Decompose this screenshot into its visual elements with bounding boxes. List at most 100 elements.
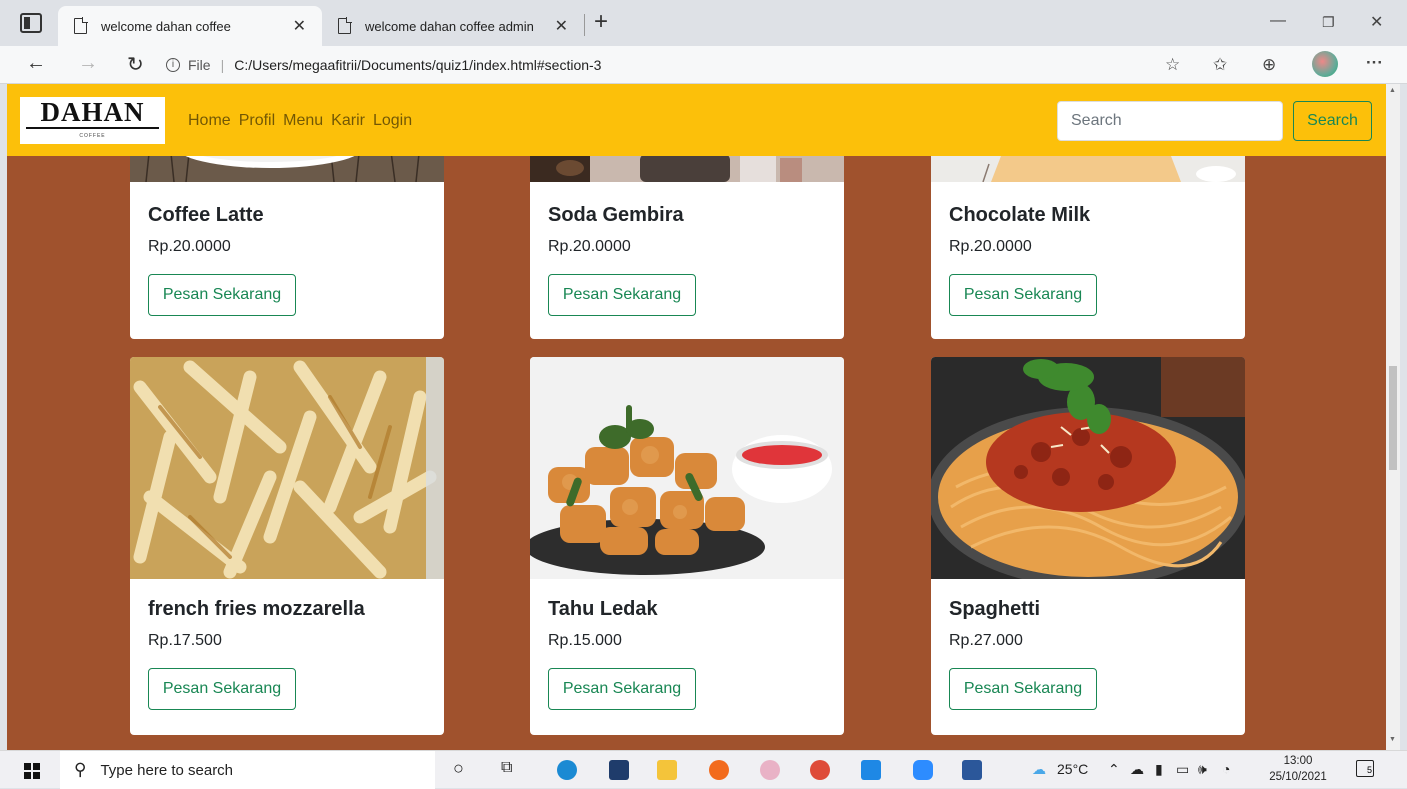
firefox-icon[interactable] [709,760,729,780]
menu-card-spaghetti: Spaghetti Rp.27.000 Pesan Sekarang [931,357,1245,735]
tahu-ledak-photo [530,357,844,579]
item-price: Rp.20.0000 [949,238,1032,255]
nav-links: Home Profil Menu Karir Login [188,112,412,130]
windows-start-icon[interactable] [24,763,40,779]
nav-menu[interactable]: Menu [283,112,323,130]
sticky-notes-icon[interactable] [609,760,629,780]
close-tab-icon[interactable]: ✕ [287,16,312,36]
tab-welcome-dahan-coffee-admin[interactable]: welcome dahan coffee admin ✕ [322,6,584,46]
order-button[interactable]: Pesan Sekarang [148,274,296,316]
order-button[interactable]: Pesan Sekarang [148,668,296,710]
show-hidden-icons-icon[interactable]: ⌃ [1108,761,1120,778]
brand-underline [26,127,159,129]
item-price: Rp.17.500 [148,632,222,649]
tab-divider [584,14,585,36]
clock-time: 13:00 [1283,755,1313,767]
spaghetti-photo [931,357,1245,579]
taskbar-search-placeholder: Type here to search [100,761,234,779]
url-field[interactable]: i File | C:/Users/megaafitrii/Documents/… [166,51,1166,79]
url-scheme-label: File [188,57,211,73]
item-price: Rp.20.0000 [548,238,631,255]
add-favorite-icon[interactable]: ☆ [1165,55,1180,75]
page-viewport: DAHAN COFFEE Home Profil Menu Karir Logi… [7,84,1386,750]
brand-tagline: COFFEE [79,133,106,139]
vscode-icon[interactable] [861,760,881,780]
forward-icon: → [78,52,98,74]
more-icon[interactable]: ··· [1366,53,1383,73]
order-button[interactable]: Pesan Sekarang [548,668,696,710]
item-name: Spaghetti [949,598,1041,620]
word-icon[interactable] [962,760,982,780]
nav-profil[interactable]: Profil [239,112,275,130]
french-fries-photo [130,357,444,579]
minimize-icon[interactable]: — [1270,12,1286,30]
weather-icon[interactable]: ☁ [1032,761,1046,778]
item-price: Rp.27.000 [949,632,1023,649]
card-body: Soda Gembira Rp.20.0000 Pesan Sekarang [548,204,696,316]
restore-icon[interactable]: ❐ [1322,14,1335,31]
page-scrollbar[interactable]: ▲ ▼ [1386,84,1400,750]
volume-icon[interactable]: 🕪 [1198,761,1207,778]
close-window-icon[interactable]: ✕ [1370,12,1383,32]
url-separator: | [220,57,225,73]
profile-avatar[interactable] [1312,51,1338,77]
card-body: Coffee Latte Rp.20.0000 Pesan Sekarang [148,204,296,316]
back-icon[interactable]: ← [26,52,46,75]
tab-welcome-dahan-coffee[interactable]: welcome dahan coffee ✕ [58,6,322,46]
nav-karir[interactable]: Karir [331,112,365,130]
wifi-icon[interactable]: ◔ [1222,761,1230,777]
task-view-icon[interactable]: ⧉ [501,759,512,777]
item-price: Rp.20.0000 [148,238,231,255]
card-body: Tahu Ledak Rp.15.000 Pesan Sekarang [548,598,696,710]
microphone-icon[interactable]: ▮ [1155,761,1163,778]
item-price: Rp.15.000 [548,632,622,649]
collections-icon[interactable]: ⊕ [1262,55,1276,75]
brand-name: DAHAN [40,97,145,127]
file-explorer-icon[interactable] [657,760,677,780]
notification-center-icon[interactable]: 5 [1356,760,1374,777]
taskbar-search-box[interactable]: ⚲ Type here to search [60,751,435,789]
menu-card-tahu-ledak: Tahu Ledak Rp.15.000 Pesan Sekarang [530,357,844,735]
item-name: Tahu Ledak [548,598,658,620]
info-icon[interactable]: i [166,58,180,72]
site-navbar: DAHAN COFFEE Home Profil Menu Karir Logi… [7,84,1386,156]
order-button[interactable]: Pesan Sekarang [949,668,1097,710]
card-body: french fries mozzarella Rp.17.500 Pesan … [148,598,365,710]
order-button[interactable]: Pesan Sekarang [548,274,696,316]
item-name: french fries mozzarella [148,598,365,620]
nav-home[interactable]: Home [188,112,231,130]
scroll-thumb[interactable] [1389,366,1397,470]
address-bar: ← → ↻ i File | C:/Users/megaafitrii/Docu… [0,46,1407,84]
item-name: Coffee Latte [148,204,264,226]
favorites-icon[interactable]: ✩ [1213,55,1227,75]
search-input[interactable] [1057,101,1283,141]
search-icon: ⚲ [74,760,87,779]
tab-title: welcome dahan coffee admin [365,18,534,34]
tab-actions-icon[interactable] [20,13,42,33]
brand-logo[interactable]: DAHAN COFFEE [20,97,165,144]
taskbar-clock[interactable]: 13:00 25/10/2021 [1268,753,1328,785]
search-button[interactable]: Search [1293,101,1372,141]
onedrive-icon[interactable]: ☁ [1130,761,1144,778]
clock-date: 25/10/2021 [1269,771,1327,783]
cortana-icon[interactable]: ○ [453,758,464,779]
page-icon [338,17,352,34]
chrome-icon[interactable] [810,760,830,780]
url-text: C:/Users/megaafitrii/Documents/quiz1/ind… [234,57,602,73]
new-tab-icon[interactable]: + [594,8,608,36]
weather-temp[interactable]: 25°C [1057,761,1088,777]
scroll-up-icon[interactable]: ▲ [1389,87,1396,94]
card-body: Chocolate Milk Rp.20.0000 Pesan Sekarang [949,204,1097,316]
zoom-icon[interactable] [913,760,933,780]
browser-tab-strip: welcome dahan coffee ✕ welcome dahan cof… [0,0,1407,46]
nav-login[interactable]: Login [373,112,412,130]
order-button[interactable]: Pesan Sekarang [949,274,1097,316]
battery-icon[interactable]: ▭ [1176,761,1189,778]
snipping-tool-icon[interactable] [760,760,780,780]
scroll-down-icon[interactable]: ▼ [1389,736,1396,743]
refresh-icon[interactable]: ↻ [127,52,144,77]
close-tab-icon[interactable]: ✕ [549,16,574,36]
tab-title: welcome dahan coffee [101,18,231,34]
edge-icon[interactable] [557,760,577,780]
item-name: Soda Gembira [548,204,684,226]
